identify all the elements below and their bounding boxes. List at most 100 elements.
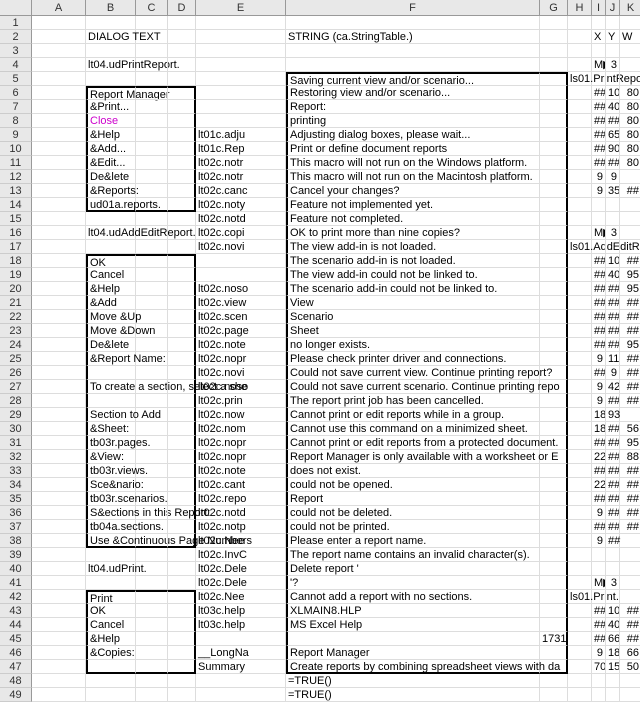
cell-K24[interactable]: 95	[620, 338, 640, 352]
cell-F9[interactable]: Adjusting dialog boxes, please wait...	[286, 128, 540, 142]
cell-K17[interactable]	[620, 240, 640, 254]
cell-F10[interactable]: Print or define document reports	[286, 142, 540, 156]
cell-F26[interactable]: Could not save current view. Continue pr…	[286, 366, 540, 380]
row-header-13[interactable]: 13	[0, 184, 32, 198]
cell-B18[interactable]: OK	[86, 254, 136, 268]
cell-E4[interactable]	[196, 58, 286, 72]
cell-A48[interactable]	[32, 674, 86, 688]
cell-G21[interactable]	[540, 296, 568, 310]
cell-A38[interactable]	[32, 534, 86, 548]
cell-I13[interactable]: 9	[592, 184, 606, 198]
cell-C43[interactable]	[136, 604, 168, 618]
cell-G43[interactable]	[540, 604, 568, 618]
cell-H14[interactable]	[568, 198, 592, 212]
cell-E49[interactable]	[196, 688, 286, 702]
cell-F4[interactable]	[286, 58, 540, 72]
row-header-31[interactable]: 31	[0, 436, 32, 450]
cell-J3[interactable]	[606, 44, 620, 58]
cell-C5[interactable]	[136, 72, 168, 86]
cell-K26[interactable]: ##	[620, 366, 640, 380]
cell-I24[interactable]: ##	[592, 338, 606, 352]
cell-E15[interactable]: lt02c.notd	[196, 212, 286, 226]
cell-F23[interactable]: Sheet	[286, 324, 540, 338]
cell-B43[interactable]: OK	[86, 604, 136, 618]
cell-F29[interactable]: Cannot print or edit reports while in a …	[286, 408, 540, 422]
row-header-20[interactable]: 20	[0, 282, 32, 296]
cell-I17[interactable]	[592, 240, 606, 254]
cell-D3[interactable]	[168, 44, 196, 58]
cell-B7[interactable]: &Print...	[86, 100, 136, 114]
cell-A7[interactable]	[32, 100, 86, 114]
cell-I12[interactable]: 9	[592, 170, 606, 184]
cell-C39[interactable]	[136, 548, 168, 562]
cell-C27[interactable]	[136, 380, 168, 394]
cell-K37[interactable]: ##	[620, 520, 640, 534]
cell-E16[interactable]: lt02c.copi	[196, 226, 286, 240]
cell-C22[interactable]	[136, 310, 168, 324]
cell-G34[interactable]	[540, 478, 568, 492]
cell-D26[interactable]	[168, 366, 196, 380]
row-header-32[interactable]: 32	[0, 450, 32, 464]
cell-D13[interactable]	[168, 184, 196, 198]
cell-E29[interactable]: lt02c.now	[196, 408, 286, 422]
cell-H8[interactable]	[568, 114, 592, 128]
cell-A1[interactable]	[32, 16, 86, 30]
cell-K29[interactable]	[620, 408, 640, 422]
cell-D48[interactable]	[168, 674, 196, 688]
cell-G23[interactable]	[540, 324, 568, 338]
cell-D5[interactable]	[168, 72, 196, 86]
cell-K45[interactable]: ##	[620, 632, 640, 646]
cell-E40[interactable]: lt02c.Dele	[196, 562, 286, 576]
cell-J37[interactable]: ##	[606, 520, 620, 534]
cell-E18[interactable]	[196, 254, 286, 268]
cell-B48[interactable]	[86, 674, 136, 688]
cell-A9[interactable]	[32, 128, 86, 142]
cell-I44[interactable]: ##	[592, 618, 606, 632]
cell-D17[interactable]	[168, 240, 196, 254]
cell-F22[interactable]: Scenario	[286, 310, 540, 324]
cell-H34[interactable]	[568, 478, 592, 492]
cell-F34[interactable]: could not be opened.	[286, 478, 540, 492]
cell-D22[interactable]	[168, 310, 196, 324]
cell-H16[interactable]	[568, 226, 592, 240]
cell-H22[interactable]	[568, 310, 592, 324]
cell-I5[interactable]	[592, 72, 606, 86]
cell-J32[interactable]: ##	[606, 450, 620, 464]
cell-H6[interactable]	[568, 86, 592, 100]
row-header-49[interactable]: 49	[0, 688, 32, 702]
cell-A27[interactable]	[32, 380, 86, 394]
row-header-47[interactable]: 47	[0, 660, 32, 674]
row-header-19[interactable]: 19	[0, 268, 32, 282]
cell-H10[interactable]	[568, 142, 592, 156]
cell-F6[interactable]: Restoring view and/or scenario...	[286, 86, 540, 100]
cell-B29[interactable]: Section to Add	[86, 408, 136, 422]
cell-B15[interactable]	[86, 212, 136, 226]
cell-K36[interactable]: ##	[620, 506, 640, 520]
cell-G18[interactable]	[540, 254, 568, 268]
cell-H47[interactable]	[568, 660, 592, 674]
cell-I1[interactable]	[592, 16, 606, 30]
cell-G32[interactable]	[540, 450, 568, 464]
cell-I34[interactable]: 22	[592, 478, 606, 492]
cell-H24[interactable]	[568, 338, 592, 352]
cell-D34[interactable]	[168, 478, 196, 492]
cell-K49[interactable]	[620, 688, 640, 702]
cell-J26[interactable]: 9	[606, 366, 620, 380]
cell-B23[interactable]: Move &Down	[86, 324, 136, 338]
cell-D44[interactable]	[168, 618, 196, 632]
cell-K43[interactable]: ##	[620, 604, 640, 618]
cell-K44[interactable]: ##	[620, 618, 640, 632]
cell-J11[interactable]: ##	[606, 156, 620, 170]
row-header-17[interactable]: 17	[0, 240, 32, 254]
cell-K8[interactable]: 80	[620, 114, 640, 128]
cell-D12[interactable]	[168, 170, 196, 184]
cell-C34[interactable]	[136, 478, 168, 492]
cell-H1[interactable]	[568, 16, 592, 30]
cell-K30[interactable]: 56	[620, 422, 640, 436]
cell-H36[interactable]	[568, 506, 592, 520]
cell-C30[interactable]	[136, 422, 168, 436]
cell-K39[interactable]	[620, 548, 640, 562]
cell-A12[interactable]	[32, 170, 86, 184]
cell-K2[interactable]: W	[620, 30, 640, 44]
cell-I31[interactable]: ##	[592, 436, 606, 450]
